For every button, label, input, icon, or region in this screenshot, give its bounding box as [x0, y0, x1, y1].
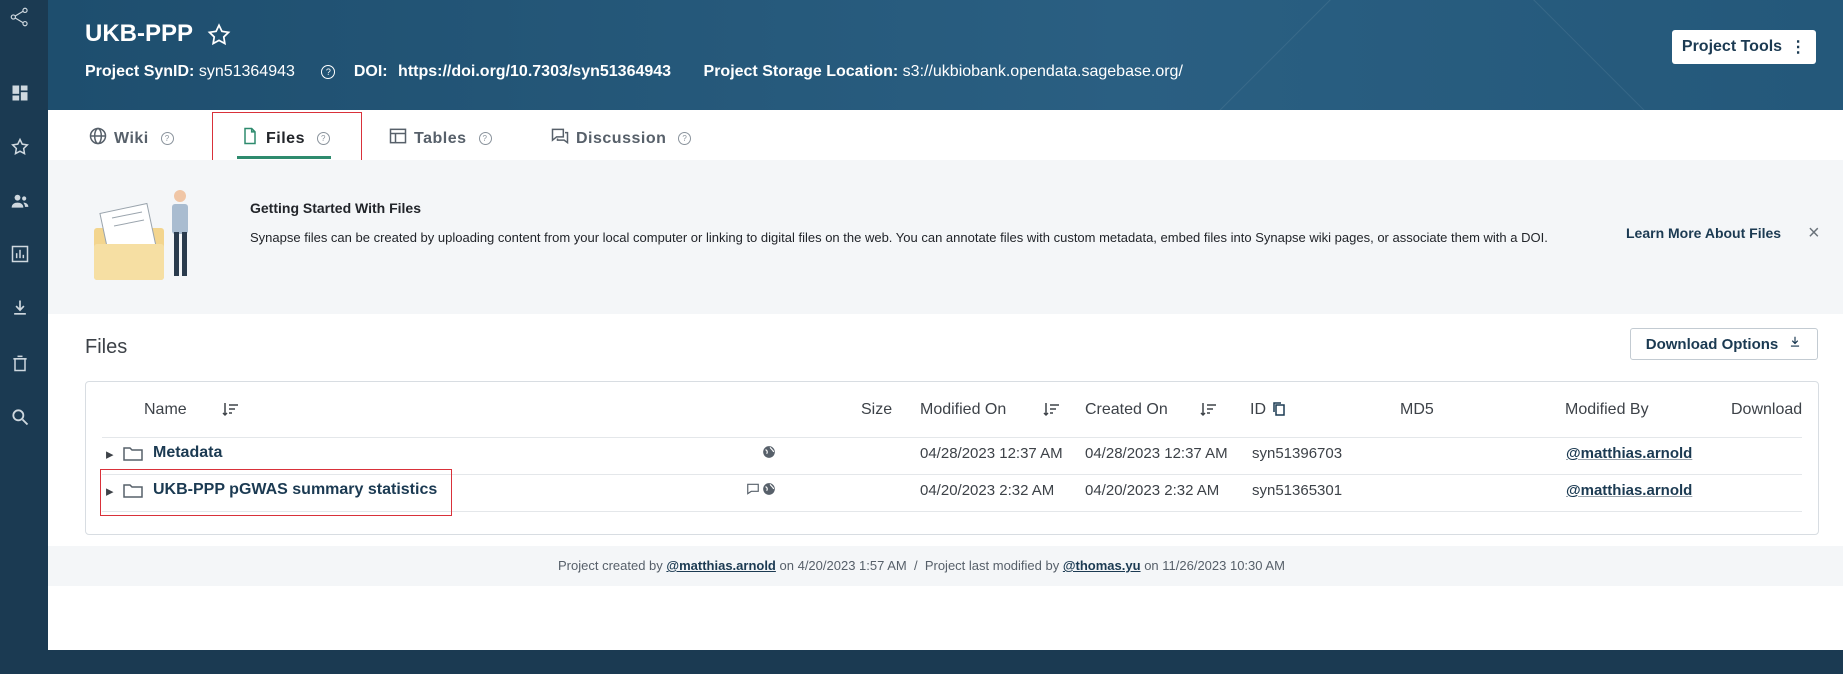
favorites-icon[interactable]	[9, 136, 31, 158]
kebab-menu-icon: ⋮	[1790, 39, 1807, 56]
close-icon[interactable]: ×	[1808, 222, 1820, 245]
folder-icon	[123, 445, 143, 465]
project-history: Project created by @matthias.arnold on 4…	[558, 558, 1285, 573]
trash-icon[interactable]	[9, 352, 31, 374]
table-icon	[388, 126, 408, 151]
learn-more-files-link[interactable]: Learn More About Files	[1626, 225, 1781, 241]
footer-separator: /	[913, 558, 918, 573]
sort-modified-icon[interactable]	[1043, 401, 1061, 422]
tab-wiki[interactable]: Wiki ?	[88, 126, 174, 151]
sort-name-icon[interactable]	[222, 401, 240, 422]
modified-on: on 11/26/2023 10:30 AM	[1144, 558, 1285, 573]
tab-tables[interactable]: Tables ?	[388, 126, 492, 151]
storage-label: Project Storage Location:	[703, 63, 899, 80]
favorite-star-icon[interactable]	[206, 22, 232, 53]
created-prefix: Project created by	[558, 558, 663, 573]
doi-label: DOI:	[353, 63, 388, 80]
project-info-footer: Project created by @matthias.arnold on 4…	[48, 546, 1843, 586]
pgwas-row-highlight	[100, 469, 452, 516]
site-footer-bar	[48, 650, 1843, 674]
synid-label: Project SynID:	[85, 63, 195, 80]
tab-discussion-label: Discussion	[576, 129, 667, 147]
row-id: syn51396703	[1252, 445, 1343, 462]
public-globe-icon	[762, 445, 776, 463]
project-meta: Project SynID: syn51364943 ? DOI: https:…	[85, 63, 1183, 81]
left-nav-sidebar	[0, 0, 48, 674]
col-header-size: Size	[861, 401, 893, 418]
row-created-on: 04/20/2023 2:32 AM	[1085, 482, 1220, 499]
downloads-icon[interactable]	[9, 297, 31, 319]
col-header-modified-on[interactable]: Modified On	[920, 401, 1006, 419]
col-header-created-on[interactable]: Created On	[1085, 401, 1168, 419]
row-modified-on: 04/20/2023 2:32 AM	[920, 482, 1055, 499]
wiki-help-icon[interactable]: ?	[160, 132, 174, 145]
files-illustration-icon	[92, 188, 212, 288]
download-options-button[interactable]: Download Options	[1630, 328, 1818, 360]
col-header-modified-by: Modified By	[1565, 401, 1649, 418]
project-title: UKB-PPP	[85, 20, 194, 47]
row-name-link[interactable]: Metadata	[153, 444, 222, 462]
row-id: syn51365301	[1252, 482, 1343, 499]
col-header-md5: MD5	[1400, 401, 1434, 418]
files-heading: Files	[85, 336, 128, 358]
row-modified-by-link[interactable]: @matthias.arnold	[1566, 445, 1692, 462]
teams-icon[interactable]	[9, 190, 31, 212]
created-on: on 4/20/2023 1:57 AM	[779, 558, 907, 573]
tables-help-icon[interactable]: ?	[478, 132, 492, 145]
tab-discussion[interactable]: Discussion ?	[550, 126, 692, 151]
tab-tables-label: Tables	[414, 129, 467, 147]
sort-created-icon[interactable]	[1200, 401, 1218, 422]
discussion-icon	[550, 126, 570, 151]
project-header: UKB-PPP Project SynID: syn51364943 ? DOI…	[48, 0, 1843, 110]
synid-help-icon[interactable]: ?	[321, 65, 336, 79]
copy-id-icon[interactable]	[1272, 401, 1286, 422]
row-modified-on: 04/28/2023 12:37 AM	[920, 445, 1063, 462]
col-header-name[interactable]: Name	[144, 401, 187, 419]
project-tools-button[interactable]: Project Tools ⋮	[1672, 30, 1816, 64]
row-created-on: 04/28/2023 12:37 AM	[1085, 445, 1228, 462]
header-divider	[102, 437, 1802, 438]
getting-started-banner: Getting Started With Files Synapse files…	[48, 160, 1843, 314]
tab-wiki-label: Wiki	[114, 129, 149, 147]
dashboard-icon[interactable]	[9, 82, 31, 104]
network-logo-icon[interactable]	[9, 6, 31, 28]
banner-title: Getting Started With Files	[250, 200, 421, 216]
synid-value: syn51364943	[198, 63, 295, 80]
download-options-label: Download Options	[1645, 335, 1779, 353]
discussion-help-icon[interactable]: ?	[678, 132, 692, 145]
doi-link[interactable]: https://doi.org/10.7303/syn51364943	[398, 63, 671, 80]
created-by-link[interactable]: @matthias.arnold	[666, 558, 775, 573]
modified-prefix: Project last modified by	[924, 558, 1060, 573]
globe-icon	[88, 126, 108, 151]
modified-by-link[interactable]: @thomas.yu	[1063, 558, 1141, 573]
banner-description: Synapse files can be created by uploadin…	[250, 230, 1548, 245]
project-tools-label: Project Tools	[1681, 38, 1783, 55]
col-header-id: ID	[1250, 401, 1266, 418]
col-header-download: Download	[1731, 401, 1803, 418]
expand-caret-icon[interactable]: ▸	[106, 445, 114, 463]
projects-icon[interactable]	[9, 243, 31, 265]
public-globe-icon	[762, 482, 776, 500]
storage-value: s3://ukbiobank.opendata.sagebase.org/	[902, 63, 1183, 80]
download-icon	[1788, 334, 1802, 354]
search-icon[interactable]	[9, 406, 31, 428]
row-modified-by-link[interactable]: @matthias.arnold	[1566, 482, 1692, 499]
discussion-thread-icon[interactable]	[746, 482, 760, 500]
